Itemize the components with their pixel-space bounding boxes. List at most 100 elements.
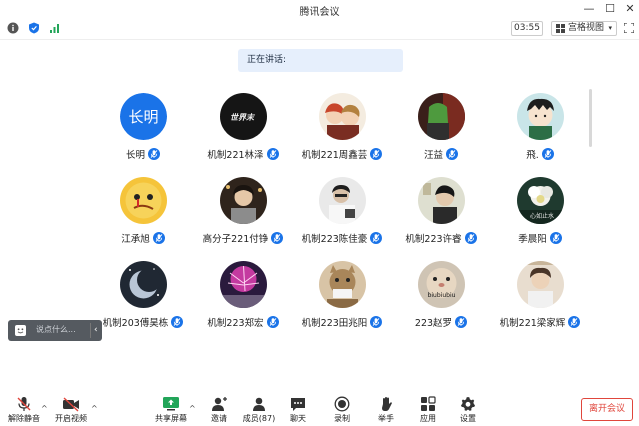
participant-label: 飛. [475, 147, 605, 161]
invite-button[interactable]: 邀请 [199, 396, 239, 426]
emoji-icon[interactable] [15, 325, 26, 336]
gear-icon [461, 397, 475, 411]
avatar [418, 177, 465, 224]
bottom-toolbar: 解除静音 ^ 开启视频 ^ 共享屏幕 ^ 邀请 成员(87) 聊天 录制 举手 … [0, 386, 639, 426]
view-mode-label: 宫格视图 [568, 23, 605, 33]
participant-tile[interactable]: 机制221梁家辉 [485, 261, 595, 331]
fullscreen-icon[interactable] [624, 23, 634, 33]
participant-name: 飛. [526, 150, 539, 161]
participant-name: 长明 [125, 150, 145, 161]
avatar [319, 177, 366, 224]
participant-name: 机制221林泽 [207, 150, 264, 161]
unmute-label: 解除静音 [8, 414, 40, 423]
view-mode-dropdown[interactable]: 宫格视图 ▾ [551, 21, 617, 36]
mic-icon [541, 148, 554, 160]
chat-icon [291, 398, 305, 411]
audio-options-chevron-icon[interactable]: ^ [41, 404, 49, 413]
participant-tile[interactable]: 心如止水季晨阳 [485, 177, 595, 247]
share-screen-button[interactable]: 共享屏幕 [151, 396, 191, 426]
chat-button[interactable]: 聊天 [278, 396, 318, 426]
start-video-label: 开启视频 [55, 414, 87, 423]
avatar-text: 世界末 [230, 113, 256, 122]
mic-muted-icon [17, 397, 31, 411]
record-button[interactable]: 录制 [322, 396, 362, 426]
leave-meeting-button[interactable]: 离开会议 [581, 398, 633, 421]
members-icon [253, 397, 265, 411]
avatar [319, 261, 366, 308]
security-shield-icon[interactable] [28, 22, 40, 34]
participant-name: 机制203傅昊栋 [102, 318, 169, 329]
record-label: 录制 [334, 414, 350, 423]
participant-label: 季晨阳 [475, 231, 605, 245]
raise-hand-label: 举手 [378, 414, 394, 423]
avatar: biubiubiu [418, 261, 465, 308]
avatar-text: 心如止水 [530, 212, 554, 220]
members-label: 成员(87) [242, 414, 276, 423]
avatar-initials: 长明 [128, 108, 158, 126]
settings-label: 设置 [460, 414, 476, 423]
avatar: 世界末 [220, 93, 267, 140]
participant-label: 机制221梁家辉 [475, 315, 605, 329]
participant-name: 223赵罗 [414, 318, 453, 329]
close-icon[interactable]: ✕ [623, 2, 637, 16]
meeting-window: 腾讯会议 — ☐ ✕ 03:55 宫格视图 ▾ 正在讲话: 长明 长明 世界末 机制2… [0, 0, 639, 426]
video-off-icon [63, 397, 79, 412]
reaction-placeholder: 说点什么... [36, 325, 76, 334]
avatar [517, 93, 564, 140]
participant-name: 机制223郑宏 [207, 318, 264, 329]
window-title: 腾讯会议 [299, 7, 340, 18]
divider [90, 323, 91, 338]
mic-icon [455, 316, 468, 328]
avatar-text: biubiubiu [428, 292, 456, 299]
avatar [120, 261, 167, 308]
mic-icon [568, 316, 581, 328]
speaking-indicator: 正在讲话: [238, 49, 403, 72]
participant-name: 季晨阳 [518, 234, 547, 245]
participant-name: 机制221梁家辉 [499, 318, 566, 329]
settings-button[interactable]: 设置 [448, 396, 488, 426]
share-screen-icon [163, 397, 179, 411]
collapse-chevron-icon[interactable]: ‹ [94, 325, 98, 335]
share-options-chevron-icon[interactable]: ^ [189, 404, 197, 413]
share-screen-label: 共享屏幕 [155, 414, 187, 423]
avatar [517, 261, 564, 308]
info-icon[interactable] [7, 22, 19, 34]
chat-label: 聊天 [290, 414, 306, 423]
avatar [220, 261, 267, 308]
avatar [220, 177, 267, 224]
mic-icon [446, 148, 458, 160]
invite-label: 邀请 [211, 414, 227, 423]
start-video-button[interactable]: 开启视频 [51, 396, 91, 426]
participant-name: 机制223田兆阳 [301, 318, 368, 329]
avatar: 长明 [120, 93, 167, 140]
participant-name: 汪益 [423, 150, 443, 161]
avatar [418, 93, 465, 140]
apps-label: 应用 [420, 414, 436, 423]
meeting-timer: 03:55 [511, 21, 543, 36]
unmute-button[interactable]: 解除静音 [4, 396, 44, 426]
top-toolbar: 03:55 宫格视图 ▾ [0, 18, 639, 40]
video-options-chevron-icon[interactable]: ^ [91, 404, 99, 413]
grid-view-icon [556, 24, 565, 33]
apps-icon [421, 396, 436, 411]
avatar [319, 93, 366, 140]
participant-name: 高分子221付铮 [202, 234, 269, 245]
maximize-icon[interactable]: ☐ [603, 2, 617, 16]
apps-button[interactable]: 应用 [408, 396, 448, 426]
participant-name: 机制223陈佳豪 [301, 234, 368, 245]
chevron-down-icon: ▾ [608, 24, 612, 32]
participant-name: 机制223许睿 [405, 234, 462, 245]
network-signal-icon[interactable] [49, 22, 61, 34]
title-bar: 腾讯会议 — ☐ ✕ [0, 0, 639, 18]
raise-hand-icon [382, 397, 392, 411]
mic-icon [148, 148, 160, 160]
reaction-input[interactable]: 说点什么... ‹ [8, 320, 102, 341]
minimize-icon[interactable]: — [582, 2, 596, 16]
add-user-icon [212, 397, 227, 411]
participant-tile[interactable]: 飛. [485, 93, 595, 163]
members-button[interactable]: 成员(87) [239, 396, 279, 426]
mic-icon [549, 232, 562, 244]
mic-icon [152, 232, 165, 244]
avatar: 心如止水 [517, 177, 564, 224]
raise-hand-button[interactable]: 举手 [366, 396, 406, 426]
